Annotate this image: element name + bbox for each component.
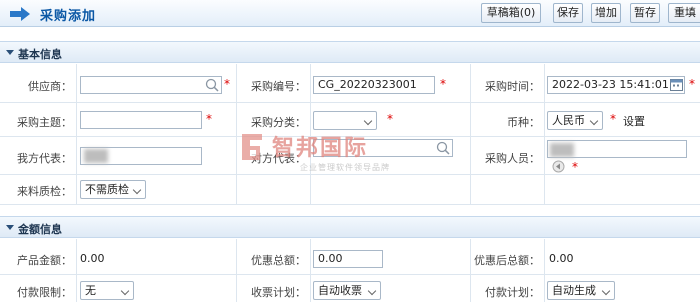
category-label: 采购分类： xyxy=(251,116,306,129)
required-mark: * xyxy=(610,112,616,126)
calendar-icon[interactable] xyxy=(670,78,683,91)
required-mark: * xyxy=(572,160,578,174)
category-select[interactable] xyxy=(313,111,377,130)
redacted-name xyxy=(550,143,574,157)
payment-limit-select[interactable]: 无 xyxy=(80,281,134,300)
supplier-label: 供应商： xyxy=(28,80,72,93)
after-discount-label: 优惠后总额： xyxy=(474,254,540,267)
collapse-icon xyxy=(6,225,14,230)
purchase-time-input[interactable]: 2022-03-23 15:41:01 xyxy=(547,76,685,94)
brand-logo-icon xyxy=(242,134,262,160)
search-icon[interactable] xyxy=(205,78,219,92)
watermark-name: 智邦国际 xyxy=(272,136,369,161)
watermark-tagline: 企业管理软件领导品牌 xyxy=(300,163,390,172)
chevron-down-icon xyxy=(601,286,611,296)
payment-limit-value: 无 xyxy=(85,284,96,297)
purchase-time-label: 采购时间： xyxy=(485,80,540,93)
chevron-down-icon xyxy=(367,286,377,296)
form-row: 产品金额： 0.00 优惠总额： 0.00 优惠后总额： 0.00 xyxy=(0,239,700,275)
chevron-down-icon xyxy=(589,116,599,126)
add-button[interactable]: 增加 xyxy=(591,3,621,23)
product-amount-value: 0.00 xyxy=(80,252,105,265)
section-title: 金额信息 xyxy=(18,223,62,236)
required-mark: * xyxy=(689,77,695,91)
receipt-plan-select[interactable]: 自动收票 xyxy=(313,281,381,300)
receipt-plan-label: 收票计划： xyxy=(251,286,306,299)
clear-icon[interactable] xyxy=(552,160,565,173)
form-row: 供应商： * 采购编号： CG_20220323001 * 采购时间： 2022… xyxy=(0,64,700,103)
purchaser-label: 采购人员： xyxy=(485,152,540,165)
currency-label: 币种： xyxy=(507,116,540,129)
redacted-name xyxy=(84,149,108,163)
temp-save-button[interactable]: 暂存 xyxy=(630,3,660,23)
page-title: 采购添加 xyxy=(40,9,97,24)
product-amount-label: 产品金额： xyxy=(17,254,72,267)
section-basic-info[interactable]: 基本信息 xyxy=(0,41,700,63)
required-mark: * xyxy=(387,112,393,126)
chevron-down-icon xyxy=(363,116,373,126)
currency-value: 人民币 xyxy=(552,114,585,127)
drafts-button[interactable]: 草稿箱(0) xyxy=(481,3,541,23)
chevron-down-icon xyxy=(120,286,130,296)
required-mark: * xyxy=(206,112,212,126)
currency-select[interactable]: 人民币 xyxy=(547,111,603,130)
payment-plan-label: 付款计划： xyxy=(485,286,540,299)
chevron-down-icon xyxy=(132,185,142,195)
payment-plan-select[interactable]: 自动生成 xyxy=(547,281,615,300)
collapse-icon xyxy=(6,50,14,55)
save-button[interactable]: 保存 xyxy=(553,3,583,23)
required-mark: * xyxy=(440,77,446,91)
supplier-input[interactable] xyxy=(80,76,222,94)
our-rep-label: 我方代表： xyxy=(17,152,72,165)
receipt-plan-value: 自动收票 xyxy=(318,284,362,297)
discount-total-label: 优惠总额： xyxy=(251,254,306,267)
payment-plan-value: 自动生成 xyxy=(552,284,596,297)
purchase-no-label: 采购编号： xyxy=(251,80,306,93)
discount-total-input[interactable]: 0.00 xyxy=(313,250,383,268)
watermark: 智邦国际 企业管理软件领导品牌 xyxy=(240,130,460,180)
after-discount-value: 0.00 xyxy=(549,252,574,265)
amount-info-form: 产品金额： 0.00 优惠总额： 0.00 优惠后总额： 0.00 付款限制： … xyxy=(0,239,700,302)
subject-input[interactable] xyxy=(80,111,202,129)
qc-value: 不需质检 xyxy=(85,183,129,196)
purchase-no-input[interactable]: CG_20220323001 xyxy=(313,76,435,94)
currency-settings-link[interactable]: 设置 xyxy=(623,113,645,129)
qc-select[interactable]: 不需质检 xyxy=(80,180,146,199)
qc-label: 来料质检： xyxy=(17,185,72,198)
required-mark: * xyxy=(224,77,230,91)
section-title: 基本信息 xyxy=(18,48,62,61)
section-amount-info[interactable]: 金额信息 xyxy=(0,216,700,238)
payment-limit-label: 付款限制： xyxy=(17,286,72,299)
arrow-right-icon xyxy=(10,7,30,21)
reset-button[interactable]: 重填 xyxy=(668,3,700,23)
toolbar: 采购添加 草稿箱(0) 保存 增加 暂存 重填 xyxy=(0,0,700,27)
subject-label: 采购主题： xyxy=(17,116,72,129)
form-row: 付款限制： 无 收票计划： 自动收票 付款计划： 自动生成 xyxy=(0,275,700,302)
